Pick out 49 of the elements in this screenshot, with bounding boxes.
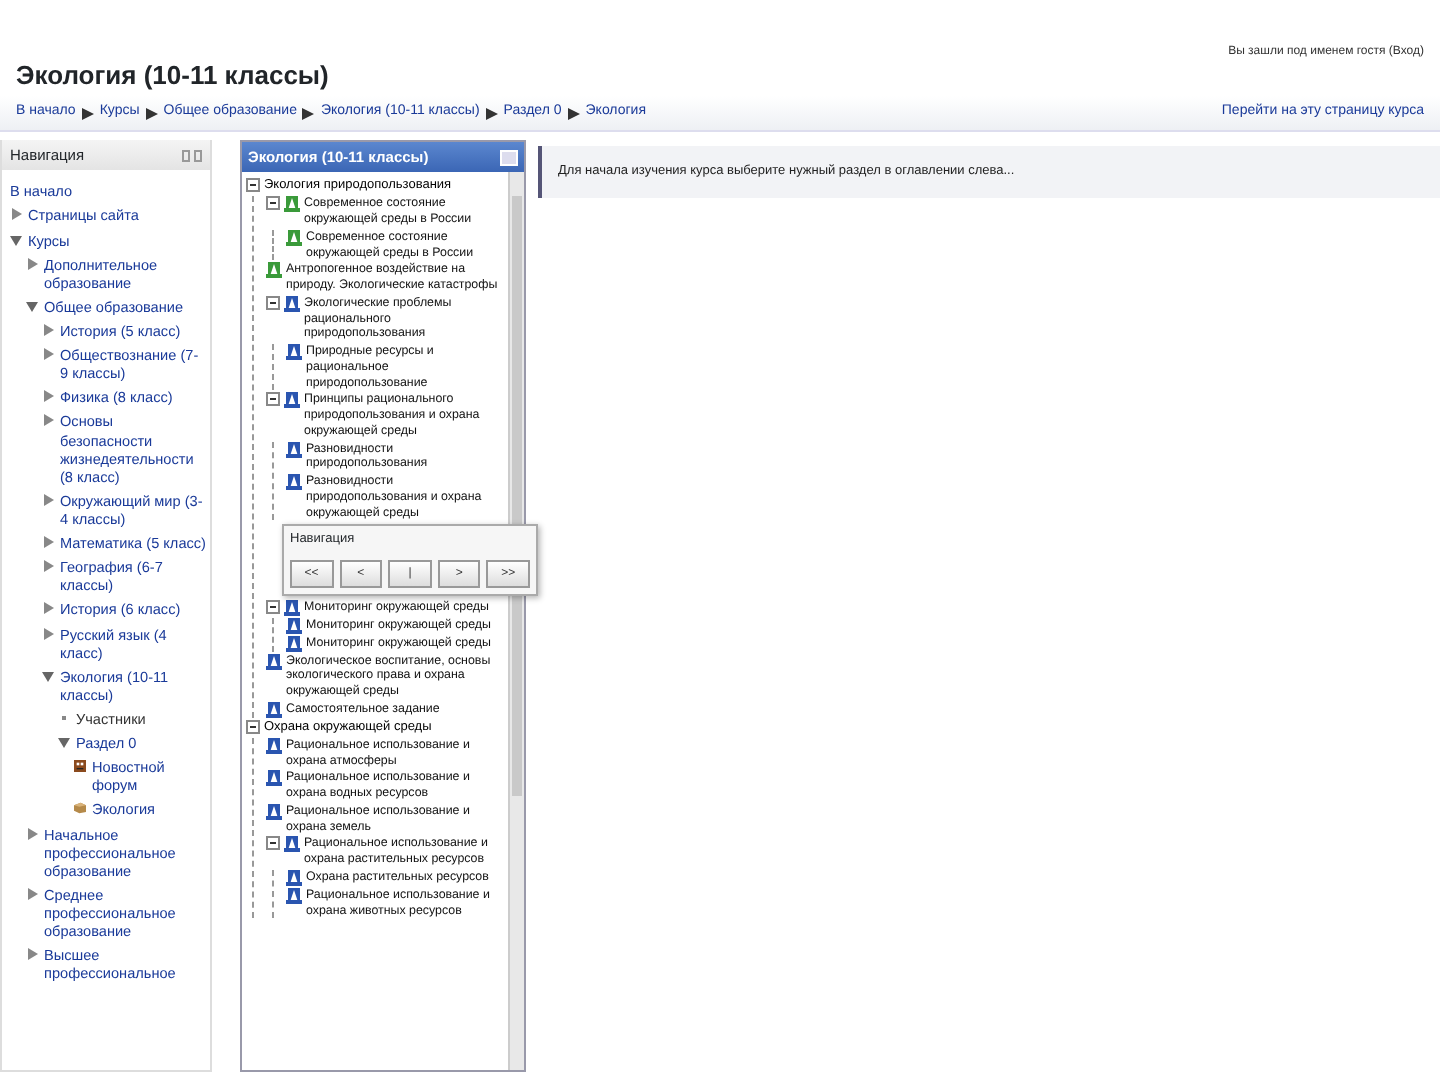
course-title: Экология (10-11 классы)	[16, 58, 329, 94]
collapse-toggle-icon[interactable]	[266, 599, 280, 613]
collapsed-arrow-icon[interactable]	[42, 390, 54, 403]
collapsed-arrow-icon[interactable]	[42, 348, 54, 361]
document-icon	[266, 262, 282, 279]
document-icon	[284, 836, 300, 853]
expanded-arrow-icon[interactable]	[10, 233, 22, 246]
document-icon	[266, 653, 282, 669]
document-icon	[266, 701, 282, 718]
package-icon	[74, 802, 86, 815]
forum-icon	[74, 760, 86, 773]
collapsed-arrow-icon[interactable]	[42, 493, 54, 506]
expanded-arrow-icon[interactable]	[42, 669, 54, 682]
document-icon	[286, 474, 302, 491]
collapsed-arrow-icon[interactable]	[42, 414, 54, 427]
collapse-toggle-icon[interactable]	[266, 295, 280, 310]
document-icon	[286, 229, 302, 246]
document-icon	[284, 295, 300, 312]
collapse-toggle-icon[interactable]	[266, 392, 280, 407]
collapsed-arrow-icon[interactable]	[10, 208, 22, 221]
collapsed-arrow-icon[interactable]	[42, 627, 54, 640]
collapsed-arrow-icon[interactable]	[42, 536, 54, 549]
collapsed-arrow-icon[interactable]	[26, 887, 38, 900]
close-icon[interactable]	[500, 149, 518, 166]
collapsed-arrow-icon[interactable]	[42, 560, 54, 573]
document-icon	[266, 803, 282, 820]
collapsed-arrow-icon[interactable]	[42, 324, 54, 337]
separator-arrow-icon	[485, 107, 498, 119]
collapse-toggle-icon[interactable]	[266, 196, 280, 211]
separator-arrow-icon	[145, 107, 158, 119]
separator-arrow-icon	[302, 107, 315, 119]
collapsed-arrow-icon[interactable]	[26, 948, 38, 961]
document-icon	[286, 344, 302, 361]
collapse-toggle-icon[interactable]	[246, 178, 260, 193]
collapsed-arrow-icon[interactable]	[26, 257, 38, 270]
expanded-arrow-icon[interactable]	[26, 299, 38, 312]
collapsed-arrow-icon[interactable]	[26, 827, 38, 840]
dock-icon[interactable]	[182, 149, 202, 162]
collapse-toggle-icon[interactable]	[246, 719, 260, 734]
expanded-arrow-icon[interactable]	[58, 736, 70, 749]
collapsed-arrow-icon[interactable]	[42, 602, 54, 615]
separator-arrow-icon	[81, 107, 94, 119]
document-icon	[284, 392, 300, 409]
document-icon	[286, 441, 302, 458]
document-icon	[266, 770, 282, 787]
collapse-toggle-icon[interactable]	[266, 836, 280, 851]
document-icon	[284, 196, 300, 213]
document-icon	[266, 737, 282, 754]
separator-arrow-icon	[567, 107, 580, 119]
